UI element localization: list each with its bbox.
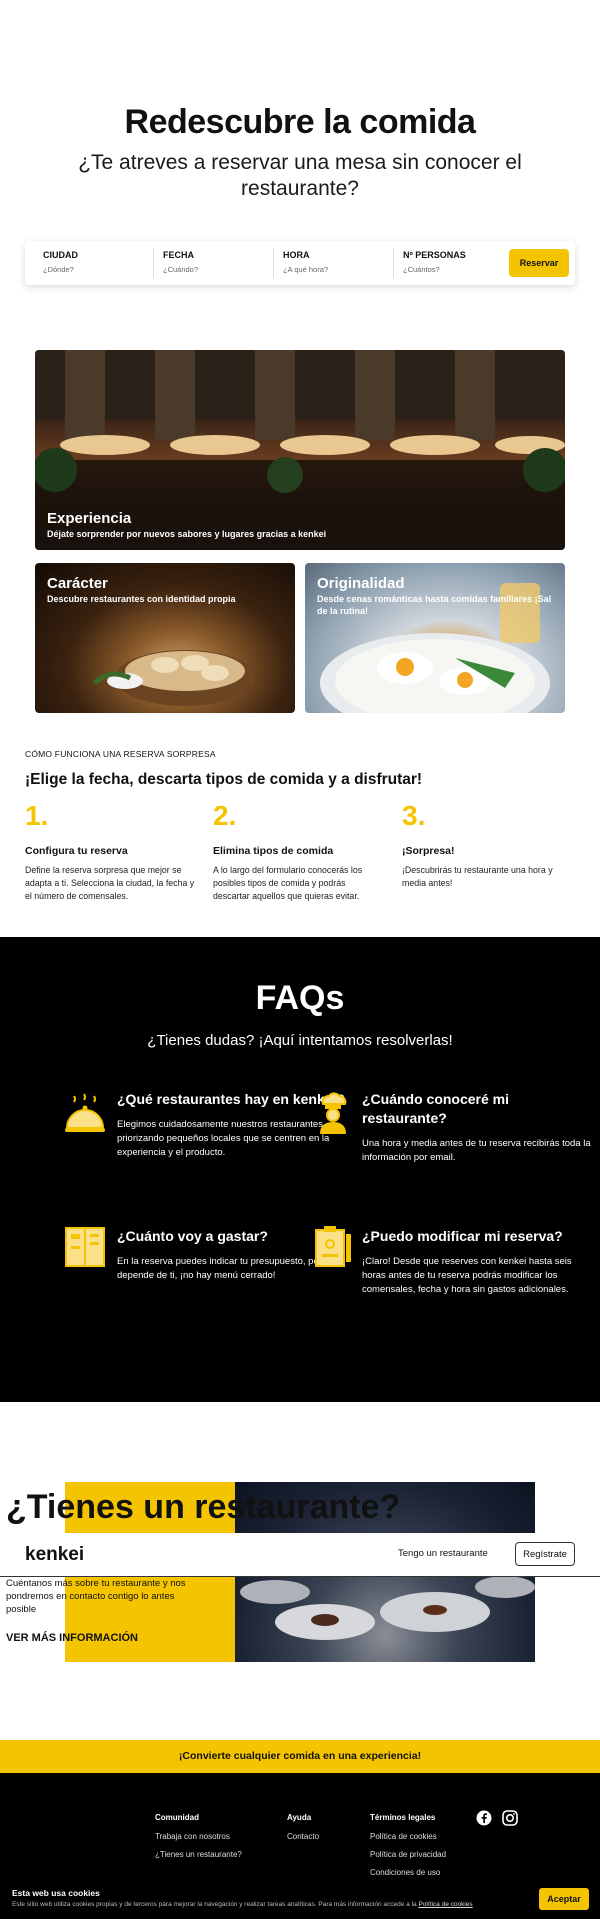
accept-cookies-button[interactable]: Aceptar	[539, 1888, 589, 1910]
cookie-title: Esta web usa cookies	[12, 1888, 100, 1898]
divider	[273, 248, 274, 278]
date-field[interactable]: FECHA ¿Cuándo?	[163, 248, 263, 280]
originality-card[interactable]: Originalidad Desde cenas románticas hast…	[305, 563, 565, 713]
notepad-icon	[315, 1226, 351, 1267]
card-title: Carácter	[47, 575, 108, 592]
card-title: Originalidad	[317, 575, 405, 592]
cloche-icon	[65, 1093, 105, 1132]
city-label: CIUDAD	[43, 250, 78, 260]
how-title: ¡Elige la fecha, descarta tipos de comid…	[25, 771, 423, 788]
faq-subtitle: ¿Tienes dudas? ¡Aquí intentamos resolver…	[147, 1032, 453, 1049]
card-description: Déjate sorprender por nuevos sabores y l…	[47, 529, 327, 539]
footer-link[interactable]: Condiciones de uso	[370, 1868, 446, 1877]
step-title: ¡Sorpresa!	[402, 845, 455, 857]
time-field[interactable]: HORA ¿A qué hora?	[283, 248, 383, 280]
faq-item: ¿Puedo modificar mi reserva? ¡Claro! Des…	[362, 1227, 592, 1297]
footer-heading: Comunidad	[155, 1813, 199, 1822]
step-1: 1. Configura tu reserva Define la reserv…	[25, 800, 195, 903]
hero-subtitle: ¿Te atreves a reservar una mesa sin cono…	[78, 151, 522, 200]
faq-question: ¿Puedo modificar mi reserva?	[362, 1228, 563, 1244]
footer-column-legal: Términos legales Política de cookies Pol…	[370, 1813, 446, 1886]
step-description: Define la reserva sorpresa que mejor se …	[25, 865, 195, 901]
footer-link[interactable]: Política de privacidad	[370, 1850, 446, 1859]
cookie-description: Este sitio web utiliza cookies propias y…	[12, 1901, 417, 1908]
instagram-icon[interactable]	[502, 1810, 518, 1826]
divider	[393, 248, 394, 278]
register-button[interactable]: Regístrate	[515, 1542, 575, 1566]
footer-link[interactable]: Trabaja con nosotros	[155, 1832, 242, 1841]
time-label: HORA	[283, 250, 310, 260]
step-number: 3.	[402, 800, 426, 831]
step-description: A lo largo del formulario conocerás los …	[213, 865, 363, 901]
how-kicker: CÓMO FUNCIONA UNA RESERVA SORPRESA	[25, 749, 216, 759]
hero-title: Redescubre la comida	[124, 103, 476, 141]
date-label: FECHA	[163, 250, 194, 260]
restaurant-description: Cuéntanos más sobre tu restaurante y nos…	[6, 1578, 186, 1615]
facebook-icon[interactable]	[476, 1810, 492, 1826]
character-card[interactable]: Carácter Descubre restaurantes con ident…	[35, 563, 295, 713]
chef-icon	[320, 1092, 347, 1134]
faq-section: FAQs ¿Tienes dudas? ¡Aquí intentamos res…	[0, 937, 600, 1402]
guests-placeholder: ¿Cuántos?	[403, 265, 440, 274]
step-title: Elimina tipos de comida	[213, 845, 334, 857]
guests-label: Nº PERSONAS	[403, 250, 466, 260]
reservation-search-bar: CIUDAD ¿Dónde? FECHA ¿Cuándo? HORA ¿A qu…	[25, 241, 575, 285]
navbar: kenkei Tengo un restaurante Regístrate	[0, 1533, 600, 1577]
footer-link[interactable]: Contacto	[287, 1832, 319, 1841]
faq-item: ¿Cuándo conoceré mi restaurante? Una hor…	[362, 1090, 592, 1165]
footer-column-help: Ayuda Contacto	[287, 1813, 319, 1850]
step-description: ¡Descubrirás tu restaurante una hora y m…	[402, 865, 553, 888]
faq-answer: ¡Claro! Desde que reserves con kenkei ha…	[362, 1256, 572, 1295]
cookie-banner: Esta web usa cookies Este sitio web util…	[0, 1880, 600, 1919]
city-placeholder: ¿Dónde?	[43, 265, 74, 274]
faq-question: ¿Cuándo conoceré mi restaurante?	[362, 1091, 510, 1126]
date-placeholder: ¿Cuándo?	[163, 265, 199, 274]
step-number: 1.	[25, 800, 49, 831]
cta-banner: ¡Convierte cualquier comida en una exper…	[0, 1740, 600, 1773]
city-field[interactable]: CIUDAD ¿Dónde?	[43, 248, 143, 280]
restaurant-title: ¿Tienes un restaurante?	[6, 1488, 401, 1526]
footer-link[interactable]: ¿Tienes un restaurante?	[155, 1850, 242, 1859]
footer-column-community: Comunidad Trabaja con nosotros ¿Tienes u…	[155, 1813, 242, 1868]
faq-title: FAQs	[255, 979, 345, 1017]
step-3: 3. ¡Sorpresa! ¡Descubrirás tu restaurant…	[402, 800, 572, 890]
step-title: Configura tu reserva	[25, 845, 128, 857]
more-info-link[interactable]: VER MÁS INFORMACIÓN	[6, 1632, 138, 1644]
card-description: Desde cenas románticas hasta comidas fam…	[317, 594, 552, 616]
card-title: Experiencia	[47, 510, 132, 527]
reserve-button[interactable]: Reservar	[509, 249, 569, 277]
footer-heading: Ayuda	[287, 1813, 312, 1822]
logo[interactable]: kenkei	[25, 1544, 84, 1566]
step-number: 2.	[213, 800, 237, 831]
divider	[153, 248, 154, 278]
cookie-text: Este sitio web utiliza cookies propias y…	[12, 1901, 532, 1908]
step-2: 2. Elimina tipos de comida A lo largo de…	[213, 800, 383, 903]
time-placeholder: ¿A qué hora?	[283, 265, 329, 274]
guests-field[interactable]: Nº PERSONAS ¿Cuántos?	[403, 248, 503, 280]
cookie-policy-link[interactable]: Política de cookies	[418, 1901, 472, 1908]
menu-icon	[65, 1227, 105, 1267]
faq-answer: Una hora y media antes de tu reserva rec…	[362, 1138, 591, 1163]
experience-card[interactable]: Experiencia Déjate sorprender por nuevos…	[35, 350, 565, 550]
card-description: Descubre restaurantes con identidad prop…	[47, 594, 236, 604]
footer-link[interactable]: Política de cookies	[370, 1832, 446, 1841]
restaurant-owner-link[interactable]: Tengo un restaurante	[398, 1548, 488, 1559]
footer-heading: Términos legales	[370, 1813, 436, 1822]
